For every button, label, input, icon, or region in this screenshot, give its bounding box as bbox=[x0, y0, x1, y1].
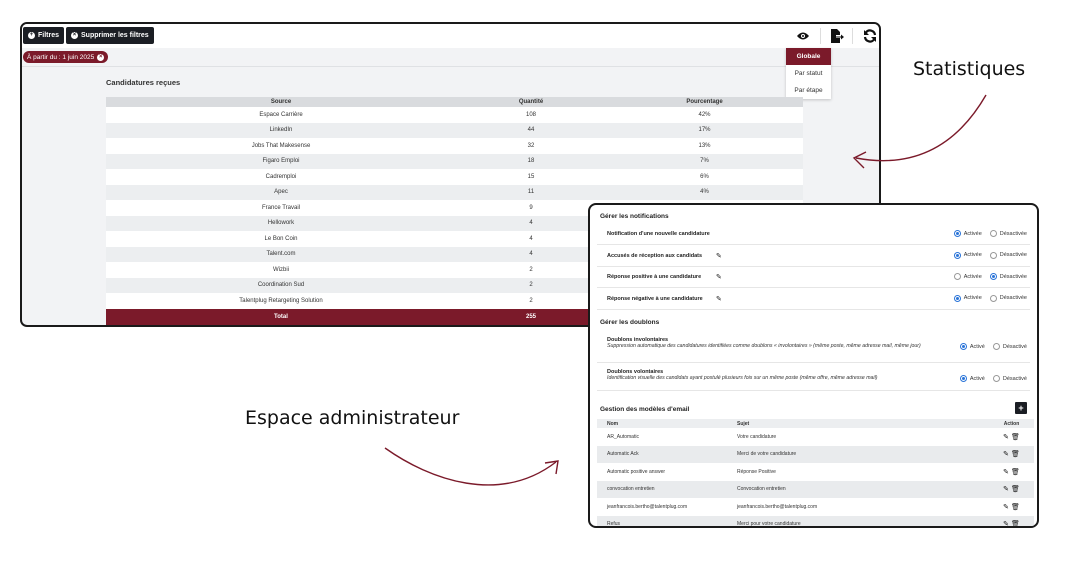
admin-arrow bbox=[384, 447, 557, 486]
stats-arrow bbox=[855, 94, 987, 162]
annotation-arrows bbox=[384, 94, 987, 486]
